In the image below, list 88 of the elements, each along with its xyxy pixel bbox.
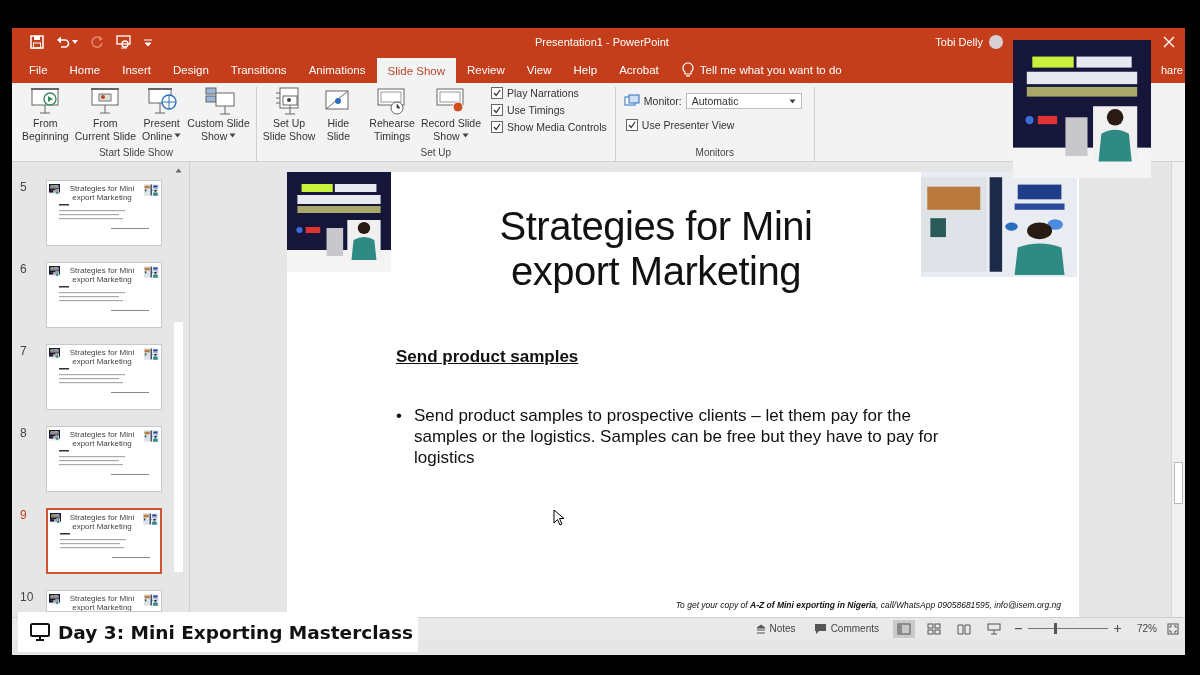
thumbnail-title: Strategies for Mini export Marketing	[68, 348, 136, 366]
ribbon-button[interactable]: From Beginning	[20, 87, 71, 147]
ribbon-tab[interactable]: View	[515, 56, 563, 83]
checkbox[interactable]: Use Presenter View	[625, 119, 798, 131]
group-label: Monitors	[695, 147, 734, 158]
caret-icon	[788, 98, 796, 104]
ribbon-tab[interactable]: Review	[456, 56, 516, 83]
slide-number: 7	[20, 344, 28, 360]
checkmark-icon	[493, 106, 501, 114]
comment-icon	[813, 623, 827, 634]
close-icon[interactable]	[1163, 36, 1175, 48]
slide-thumbnail[interactable]: Strategies for Mini export Marketing	[46, 508, 162, 574]
checkmark-icon	[493, 89, 501, 97]
slide-number: 9	[20, 508, 28, 524]
ribbon-tab[interactable]: Slide Show	[376, 58, 457, 83]
slide-heading: Send product samples	[396, 347, 579, 367]
checkbox[interactable]: Play Narrations	[491, 87, 607, 99]
monitor-icon	[30, 623, 50, 641]
vertical-scrollbar[interactable]	[1171, 162, 1185, 617]
avatar[interactable]	[989, 35, 1003, 49]
checkmark-icon	[493, 123, 501, 131]
monitor-dropdown[interactable]: Automatic	[685, 93, 802, 109]
user-name: Tobi Delly	[935, 36, 983, 48]
thumbnail-title: Strategies for Mini export Marketing	[68, 594, 136, 611]
window-title: Presentation1 - PowerPoint	[535, 36, 670, 48]
bullet-text: Send product samples to prospective clients – let them pay for the samples or the logistics. Samples can be free but they have to pay for logistics	[413, 405, 940, 468]
reading-view-icon[interactable]	[957, 622, 971, 635]
comments-button[interactable]: Comments	[809, 623, 883, 634]
zoom-out-icon[interactable]	[1015, 627, 1022, 630]
caret-icon[interactable]	[229, 133, 237, 138]
ribbon-tab[interactable]: Help	[562, 56, 609, 83]
bullet-marker: •	[396, 405, 402, 427]
slide-thumbnail[interactable]: Strategies for Mini export Marketing	[46, 344, 162, 410]
slide-thumbnail[interactable]: Strategies for Mini export Marketing	[46, 426, 162, 492]
caret-icon[interactable]	[174, 133, 182, 138]
ribbon-button[interactable]: Record Slide Show	[418, 87, 483, 147]
ribbon-button[interactable]: Custom Slide Show	[185, 87, 252, 147]
ribbon-tab[interactable]: Animations	[297, 56, 377, 83]
ribbon-button[interactable]: Hide Slide	[319, 87, 358, 147]
share-button[interactable]: hare	[1160, 56, 1183, 83]
slide-thumbnail[interactable]: Strategies for Mini export Marketing	[46, 180, 162, 246]
ribbon-tab[interactable]: Home	[58, 56, 112, 83]
slide-number: 5	[20, 180, 28, 196]
caret-icon[interactable]	[72, 40, 78, 44]
thumbnail-title: Strategies for Mini export Marketing	[68, 266, 136, 284]
slide-title: Strategies for Mini export Marketing	[498, 203, 814, 292]
ribbon-tab[interactable]: Transitions	[219, 56, 298, 83]
mouse-cursor-icon	[553, 509, 565, 527]
slide-number: 8	[20, 426, 28, 442]
slide-thumbnail[interactable]: Strategies for Mini export Marketing	[46, 590, 162, 612]
fit-to-window-icon[interactable]	[1167, 622, 1179, 635]
ribbon-tab[interactable]: Insert	[111, 56, 162, 83]
tell-me-field[interactable]: Tell me what you want to do	[699, 63, 842, 76]
slide-thumbnail[interactable]: Strategies for Mini export Marketing	[46, 262, 162, 328]
slide-number: 6	[20, 262, 28, 278]
checkmark-icon	[627, 121, 636, 129]
thumbnail-title: Strategies for Mini export Marketing	[68, 513, 136, 531]
ribbon-button[interactable]: Rehearse Timings	[367, 87, 417, 147]
ribbon-button[interactable]: Present Online	[140, 87, 184, 147]
ribbon-button[interactable]: Set Up Slide Show	[260, 87, 318, 147]
monitor-label: Monitor:	[643, 95, 682, 107]
zoom-in-icon[interactable]	[1114, 625, 1121, 632]
scroll-up-icon[interactable]	[175, 168, 182, 173]
checkbox[interactable]: Use Timings	[491, 104, 607, 116]
ribbon-button[interactable]: From Current Slide	[72, 87, 138, 147]
slide-number: 10	[20, 590, 35, 606]
slideshow-view-icon[interactable]	[987, 622, 1001, 635]
monitor-icon	[623, 94, 640, 108]
caption-text: Day 3: Mini Exporting Masterclass	[58, 621, 414, 643]
undo-icon[interactable]	[56, 35, 70, 49]
slide-footer: To get your copy of A-Z of Mini exporting in Nigeria, call/WhatsApp 09058681595, info@isem.org.ng	[675, 600, 1061, 610]
zoom-level[interactable]: 72%	[1137, 623, 1157, 634]
ribbon-tab[interactable]: Design	[162, 56, 220, 83]
save-icon[interactable]	[30, 35, 44, 49]
caret-icon[interactable]	[461, 133, 469, 138]
ribbon-tab[interactable]: File	[18, 56, 59, 83]
customize-toolbar-icon[interactable]	[144, 38, 152, 46]
notes-button[interactable]: Notes	[751, 623, 800, 634]
group-label: Set Up	[420, 147, 452, 158]
checkbox[interactable]: Show Media Controls	[491, 121, 607, 133]
lightbulb-icon	[681, 61, 694, 78]
ribbon-tab[interactable]: Acrobat	[608, 56, 670, 83]
thumbnail-title: Strategies for Mini export Marketing	[68, 430, 136, 448]
thumbnail-title: Strategies for Mini export Marketing	[68, 184, 136, 202]
group-label: Start Slide Show	[98, 147, 173, 158]
start-slideshow-icon[interactable]	[116, 35, 132, 49]
slide-sorter-icon[interactable]	[927, 622, 941, 635]
notes-icon	[755, 623, 766, 634]
